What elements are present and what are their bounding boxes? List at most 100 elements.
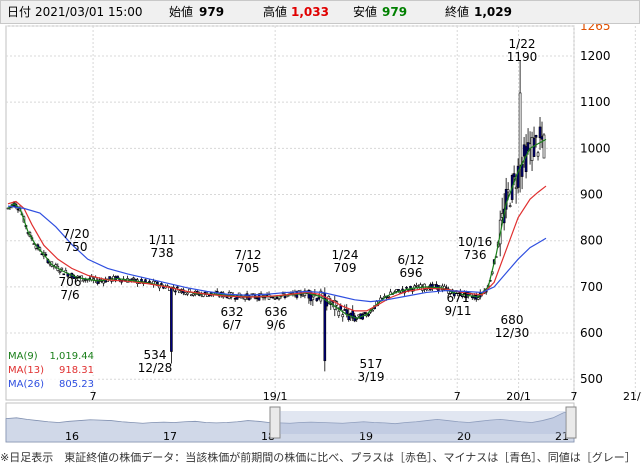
annotation-label: 1/24 — [332, 248, 359, 262]
annotation-label: 632 — [221, 305, 244, 319]
close-value: 1,029 — [474, 5, 512, 19]
candle-body — [445, 287, 448, 289]
candle-body — [367, 313, 370, 316]
candle-body — [277, 297, 281, 300]
annotation-label: 706 — [59, 275, 82, 289]
navigator-year-label: 17 — [163, 430, 177, 443]
candle-body — [532, 137, 536, 157]
candle-body — [476, 297, 480, 300]
high-label: 高値 — [263, 5, 288, 19]
candlestick-chart: 12651200110010009008007006005007 19/1 7 20/… — [5, 24, 642, 443]
annotation-label: 6/7 — [222, 318, 241, 332]
y-tick-label: 1265 — [580, 24, 611, 33]
x-tick-label: 7 — [90, 390, 97, 403]
annotation-label: 1/11 — [149, 233, 176, 247]
y-tick-label: 600 — [580, 326, 603, 340]
candle-body — [415, 285, 418, 287]
annotation-label: 705 — [237, 261, 260, 275]
candle-body — [174, 290, 177, 293]
candle-body — [176, 286, 179, 289]
annotation-label: 534 — [144, 348, 167, 362]
candle-body — [518, 92, 522, 166]
annotation-label: 3/19 — [358, 370, 385, 384]
legend-name: MA(9) — [8, 351, 38, 362]
navigator-selection[interactable] — [280, 411, 566, 434]
high-value: 1,033 — [291, 5, 329, 19]
candle-body — [337, 310, 341, 316]
annotation-label: 12/30 — [495, 326, 530, 340]
annotation-label: 736 — [464, 248, 487, 262]
candle-body — [160, 283, 163, 286]
open-label: 始値 — [169, 5, 194, 19]
y-tick-label: 1000 — [580, 141, 611, 155]
annotation-label: 9/6 — [266, 318, 285, 332]
navigator-handle-left[interactable] — [269, 406, 281, 439]
candle-body — [186, 292, 189, 295]
candle-body — [44, 254, 48, 256]
x-tick-label: 21/1 — [623, 390, 642, 403]
annotation-label: 10/16 — [458, 235, 493, 249]
annotation-label: 7/6 — [60, 288, 79, 302]
candle-body — [512, 173, 516, 178]
candle-body — [215, 290, 219, 293]
candle-body — [203, 291, 207, 294]
candle-body — [311, 296, 315, 301]
annotation-label: 636 — [265, 305, 288, 319]
annotation-label: 7/20 — [63, 227, 90, 241]
candle-body — [58, 271, 62, 273]
candle-body — [534, 135, 538, 138]
navigator-year-label: 16 — [65, 430, 79, 443]
candle-body — [538, 126, 542, 139]
annotation-label: 738 — [151, 246, 174, 260]
x-tick-label: 19/1 — [263, 390, 288, 403]
y-tick-label: 800 — [580, 234, 603, 248]
x-tick-label: 20/1 — [506, 390, 531, 403]
candle-body — [397, 289, 400, 292]
candle-body — [371, 309, 374, 312]
candle-body — [536, 152, 540, 157]
candle-body — [409, 285, 412, 289]
candle-body — [140, 278, 143, 282]
candle-body — [508, 205, 512, 207]
close-label: 終値 — [445, 5, 470, 19]
legend-value: 1,019.44 — [49, 351, 94, 362]
candle-body — [132, 277, 135, 280]
candle-body — [506, 189, 510, 193]
x-tick-label: 7 — [571, 390, 578, 403]
candle-body — [387, 296, 390, 298]
annotation-label: 1190 — [507, 50, 538, 64]
legend-name: MA(13) — [8, 365, 44, 376]
annotation-label: 6/12 — [398, 253, 425, 267]
annotation-label: 680 — [501, 313, 524, 327]
y-tick-label: 1100 — [580, 95, 611, 109]
low-value: 979 — [382, 5, 408, 19]
annotation-label: 671 — [447, 291, 470, 305]
annotation-label: 750 — [65, 240, 88, 254]
candle-body — [405, 286, 408, 289]
annotation-label: 517 — [360, 357, 383, 371]
candle-body — [542, 134, 546, 159]
navigator-handle-right[interactable] — [565, 406, 577, 439]
annotation-label: 1/22 — [509, 37, 536, 51]
date-value: 2021/03/01 15:00 — [35, 5, 143, 19]
candle-body — [170, 286, 173, 352]
y-tick-label: 1200 — [580, 49, 611, 63]
plot-area — [5, 25, 575, 401]
x-tick-label: 7 — [454, 390, 461, 403]
candle-body — [60, 267, 64, 270]
legend-value: 918.31 — [59, 365, 94, 376]
candle-body — [116, 275, 119, 279]
annotation-label: 7/12 — [235, 248, 262, 262]
legend-name: MA(26) — [8, 379, 44, 390]
candle-body — [148, 280, 151, 283]
date-label: 日付 — [7, 5, 32, 19]
candle-body — [363, 312, 366, 314]
ohlc-header: 日付 2021/03/01 15:00 始値 979 高値 1,033 安値 9… — [0, 0, 640, 24]
footer-note: ※日足表示 東証終値の株価データ：当該株価が前期間の株価に比べ、プラスは［赤色］… — [0, 452, 636, 463]
open-value: 979 — [199, 5, 225, 19]
annotation-label: 9/11 — [445, 304, 472, 318]
annotation-label: 696 — [400, 266, 423, 280]
y-tick-label: 500 — [580, 372, 603, 386]
y-tick-label: 700 — [580, 280, 603, 294]
annotation-label: 709 — [334, 261, 357, 275]
